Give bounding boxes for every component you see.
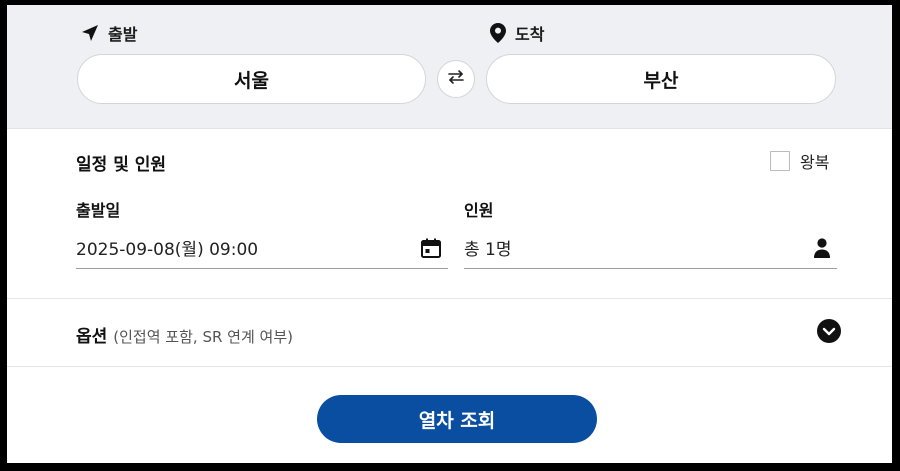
navigation-arrow-icon <box>80 23 100 43</box>
search-trains-button[interactable]: 열차 조회 <box>317 395 597 443</box>
date-label: 출발일 <box>76 201 121 220</box>
arrival-station-button[interactable]: 부산 <box>486 54 836 104</box>
departure-date-field[interactable]: 2025-09-08(월) 09:00 <box>76 227 448 269</box>
chevron-down-circle-icon[interactable] <box>817 319 841 343</box>
person-icon[interactable] <box>813 237 831 259</box>
roundtrip-toggle[interactable]: 왕복 <box>770 149 829 173</box>
section-divider <box>7 366 892 367</box>
passenger-label: 인원 <box>464 201 494 220</box>
swap-arrows-icon <box>446 67 466 91</box>
departure-header: 출발 <box>80 21 137 45</box>
route-section: 출발 도착 서울 부산 <box>7 5 892 129</box>
options-header[interactable]: 옵션 (인접역 포함, SR 연계 여부) <box>76 322 293 347</box>
passenger-field[interactable]: 총 1명 <box>464 227 837 269</box>
departure-station-name: 서울 <box>234 69 269 92</box>
departure-label: 출발 <box>108 25 138 44</box>
swap-stations-button[interactable] <box>437 60 475 98</box>
departure-date-value: 2025-09-08(월) 09:00 <box>76 240 259 260</box>
options-title: 옵션 <box>76 327 108 347</box>
arrival-station-name: 부산 <box>643 69 679 92</box>
location-pin-icon <box>489 22 507 44</box>
options-subtitle: (인접역 포함, SR 연계 여부) <box>113 328 293 346</box>
arrival-header: 도착 <box>489 21 544 45</box>
train-search-panel: 출발 도착 서울 부산 일정 및 인원 왕복 출발일 인원 2025-09-08… <box>7 5 892 463</box>
section-divider <box>7 298 892 299</box>
arrival-label: 도착 <box>515 25 545 44</box>
roundtrip-checkbox[interactable] <box>770 151 790 171</box>
departure-station-button[interactable]: 서울 <box>77 54 426 104</box>
calendar-icon[interactable] <box>420 237 442 259</box>
search-button-label: 열차 조회 <box>418 409 496 432</box>
schedule-section-title: 일정 및 인원 <box>76 155 167 175</box>
passenger-count-value: 총 1명 <box>464 240 512 260</box>
roundtrip-label: 왕복 <box>800 153 830 172</box>
